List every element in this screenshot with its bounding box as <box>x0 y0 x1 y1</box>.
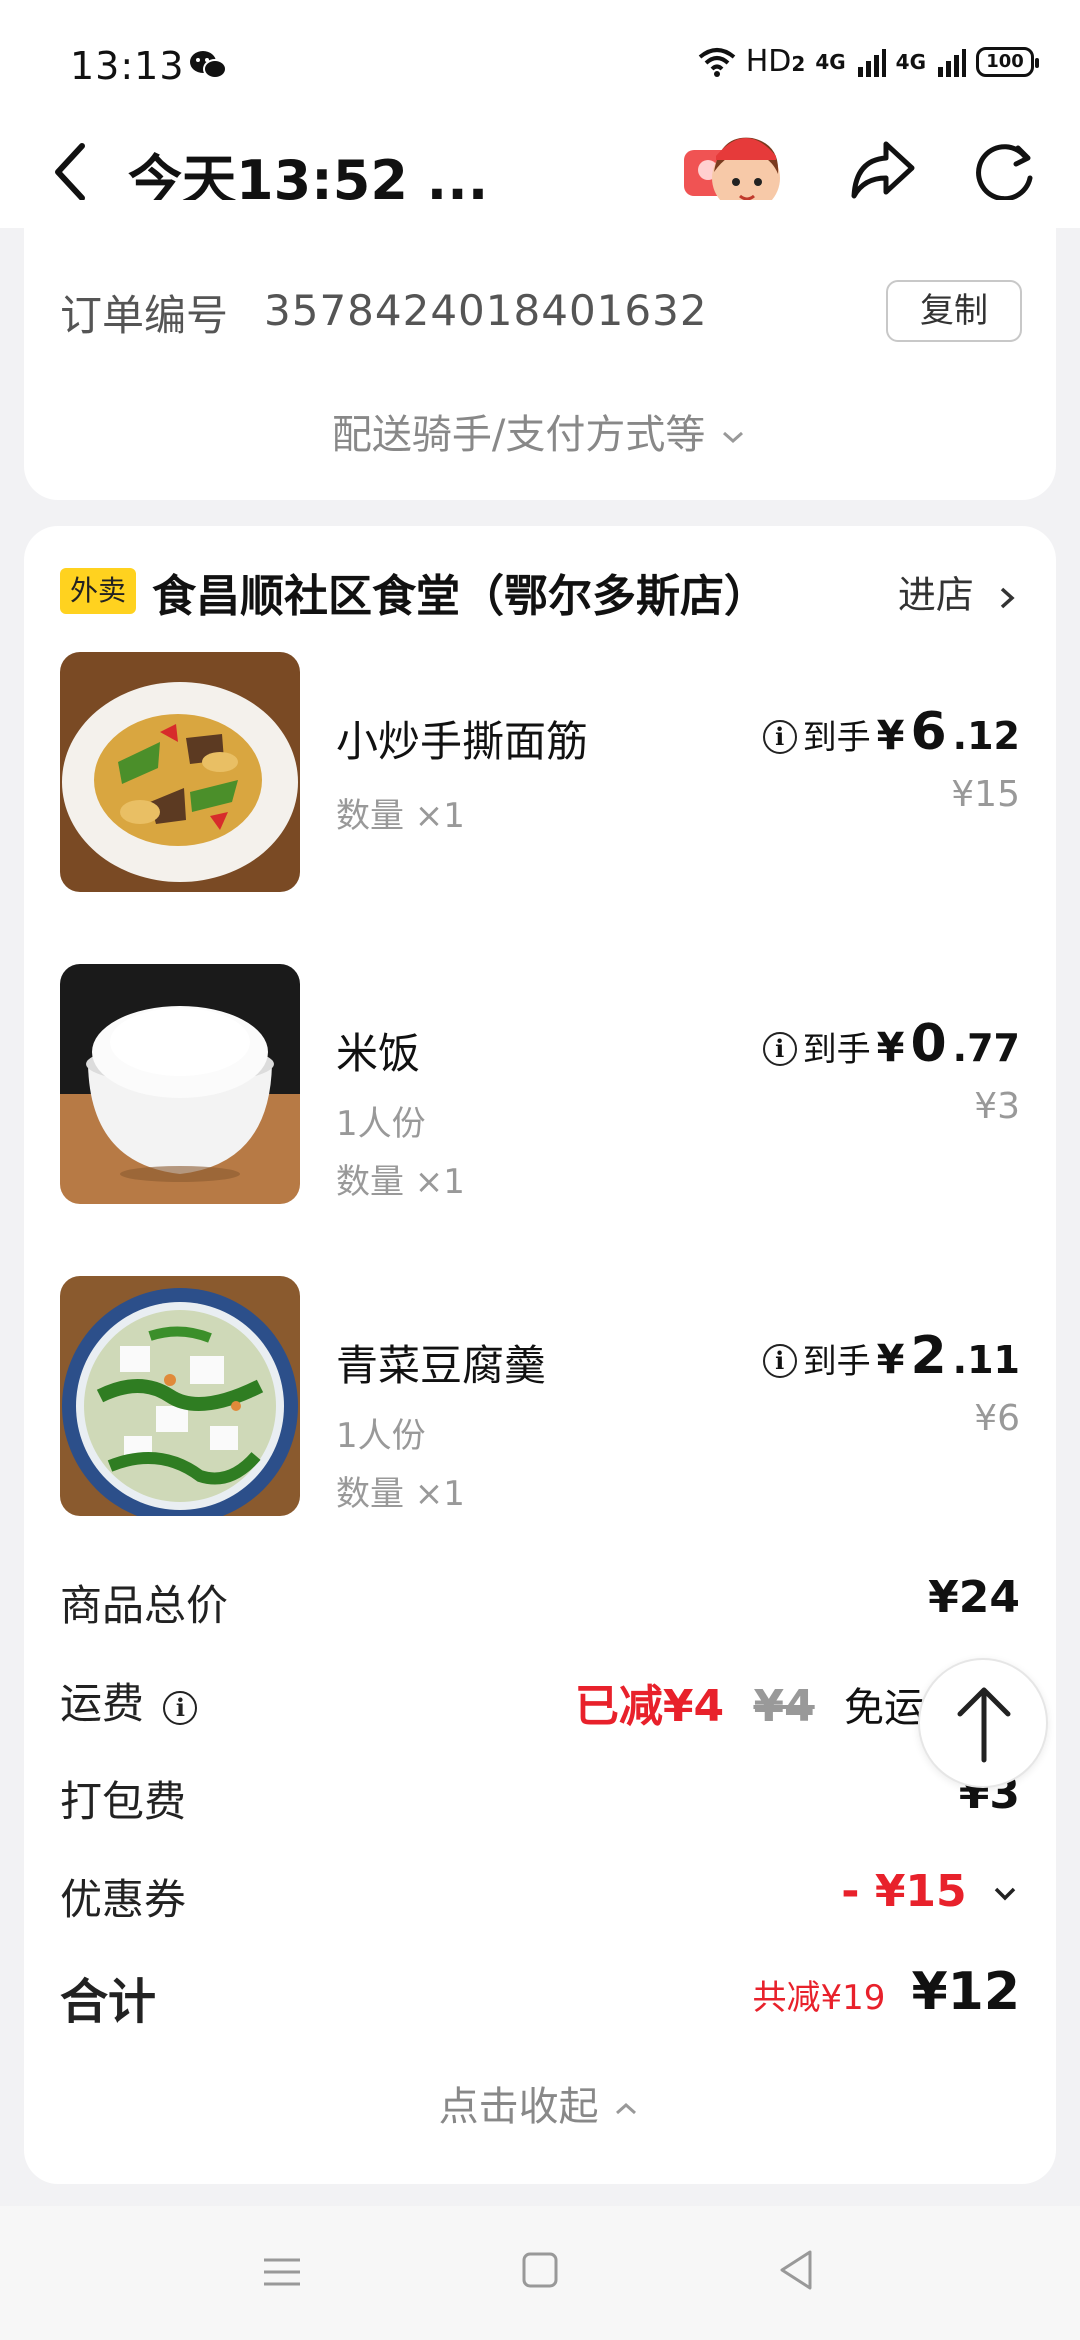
item-portion: 1人份 <box>336 1104 426 1144</box>
coupon-label: 优惠券 <box>60 1875 187 1924</box>
price-label: 到手 <box>802 1030 871 1070</box>
coupon-value: - ¥15 <box>841 1866 1020 1917</box>
original-price: ¥3 <box>974 1086 1020 1127</box>
signal-icon <box>857 48 886 77</box>
price-decimal: .11 <box>952 1338 1020 1382</box>
goods-total-row: 商品总价 ¥24 <box>60 1572 1020 1632</box>
expand-details-label: 配送骑手/支付方式等 <box>331 412 706 458</box>
scroll-to-top-button[interactable] <box>918 1658 1048 1788</box>
item-name: 小炒手撕面筋 <box>336 717 589 766</box>
chevron-up-icon <box>616 2102 637 2115</box>
network-label: HD2 <box>745 44 806 79</box>
share-button[interactable] <box>846 134 918 206</box>
coupon-row[interactable]: 优惠券 - ¥15 <box>60 1866 1020 1926</box>
back-triangle-icon[interactable] <box>776 2248 816 2292</box>
dish-image-rice[interactable] <box>60 964 300 1204</box>
price-integer: 0 <box>910 1014 947 1074</box>
info-icon[interactable]: i <box>163 1691 198 1725</box>
total-saved: 共减¥19 <box>752 1978 886 2018</box>
item-name: 米饭 <box>336 1029 421 1078</box>
chevron-down-icon <box>994 1887 1016 1901</box>
system-navigation-bar <box>0 2206 1080 2340</box>
price-label: 到手 <box>802 1342 871 1382</box>
info-icon[interactable]: i <box>762 1032 797 1066</box>
chevron-right-icon <box>1000 587 1015 608</box>
goods-total-label: 商品总价 <box>60 1581 229 1630</box>
signal-icon-2 <box>938 48 966 77</box>
item-price: i 到手 ¥0.77 <box>762 1014 1020 1074</box>
copy-button[interactable]: 复制 <box>886 280 1022 342</box>
dish-image-tofu-soup[interactable] <box>60 1276 300 1516</box>
list-item[interactable]: 青菜豆腐羹 1人份 数量 ×1 i 到手 ¥2.11 ¥6 <box>60 1276 1020 1516</box>
total-value: 共减¥19 ¥12 <box>753 1962 1020 2022</box>
item-price: i 到手 ¥6.12 <box>762 702 1020 762</box>
currency-symbol: ¥ <box>876 713 905 759</box>
wifi-icon <box>698 47 735 77</box>
status-time: 13:13 <box>70 44 185 88</box>
delivery-fee-row: 运费 i 已减¥4 ¥4 免运费 <box>60 1670 1020 1732</box>
arrow-up-icon <box>957 1687 1011 1763</box>
total-label: 合计 <box>60 1974 157 2030</box>
menu-icon[interactable] <box>262 2254 302 2290</box>
packing-fee-label: 打包费 <box>60 1777 187 1826</box>
price-label: 到手 <box>802 718 871 758</box>
item-name: 青菜豆腐羹 <box>336 1341 547 1390</box>
info-icon[interactable]: i <box>762 720 797 754</box>
store-name[interactable]: 食昌顺社区食堂（鄂尔多斯店） <box>152 560 768 624</box>
delivery-original: ¥4 <box>753 1681 815 1732</box>
enter-store-label: 进店 <box>897 573 974 617</box>
item-portion: 1人份 <box>336 1416 426 1456</box>
price-decimal: .12 <box>952 714 1020 758</box>
original-price: ¥15 <box>951 774 1020 815</box>
wechat-icon <box>190 51 227 79</box>
list-item[interactable]: 米饭 1人份 数量 ×1 i 到手 ¥0.77 ¥3 <box>60 964 1020 1204</box>
item-price: i 到手 ¥2.11 <box>762 1326 1020 1386</box>
delivery-fee-value: 已减¥4 ¥4 免运费 <box>575 1670 964 1734</box>
collapse-button[interactable]: 点击收起 <box>24 2074 1056 2132</box>
delivery-reduced: 已减¥4 <box>574 1681 725 1732</box>
currency-symbol: ¥ <box>876 1337 905 1383</box>
total-row: 合计 共减¥19 ¥12 <box>60 1962 1020 2032</box>
item-quantity: 数量 ×1 <box>336 796 465 836</box>
price-decimal: .77 <box>952 1026 1020 1070</box>
order-number-label: 订单编号 <box>60 291 229 340</box>
refresh-button[interactable] <box>972 134 1038 206</box>
order-number: 3578424018401632 <box>264 286 708 335</box>
chevron-down-icon <box>723 431 744 444</box>
takeout-tag: 外卖 <box>60 568 137 614</box>
delivery-fee-label: 运费 i <box>60 1670 198 1731</box>
status-bar: 13:13 HD2 4G 4G 100 <box>0 0 1080 120</box>
back-button[interactable] <box>44 134 104 210</box>
item-quantity: 数量 ×1 <box>336 1474 465 1514</box>
status-icons: HD2 4G 4G 100 <box>698 44 1039 79</box>
original-price: ¥6 <box>974 1398 1020 1439</box>
packing-fee-row: 打包费 ¥3 <box>60 1768 1020 1828</box>
goods-total-value: ¥24 <box>928 1572 1020 1623</box>
battery-icon: 100 <box>976 46 1039 77</box>
list-item[interactable]: 小炒手撕面筋 数量 ×1 i 到手 ¥6.12 ¥15 <box>60 652 1020 892</box>
order-info-card: 订单编号 3578424018401632 复制 配送骑手/支付方式等 <box>24 200 1056 500</box>
expand-details-button[interactable]: 配送骑手/支付方式等 <box>24 402 1056 460</box>
price-integer: 2 <box>910 1326 947 1386</box>
price-integer: 6 <box>910 702 947 762</box>
currency-symbol: ¥ <box>876 1025 905 1071</box>
signal-label-2: 4G <box>895 49 926 74</box>
dish-image-stir-fried-gluten[interactable] <box>60 652 300 892</box>
home-icon[interactable] <box>522 2250 558 2290</box>
signal-label-1: 4G <box>815 49 846 74</box>
collapse-label: 点击收起 <box>438 2084 599 2130</box>
order-detail-card: 外卖 食昌顺社区食堂（鄂尔多斯店） 进店 小炒手撕面筋 数量 ×1 i 到手 ¥… <box>24 526 1056 2184</box>
total-amount: ¥12 <box>911 1962 1020 2022</box>
item-quantity: 数量 ×1 <box>336 1162 465 1202</box>
enter-store-button[interactable]: 进店 <box>898 564 1020 619</box>
info-icon[interactable]: i <box>762 1344 797 1378</box>
